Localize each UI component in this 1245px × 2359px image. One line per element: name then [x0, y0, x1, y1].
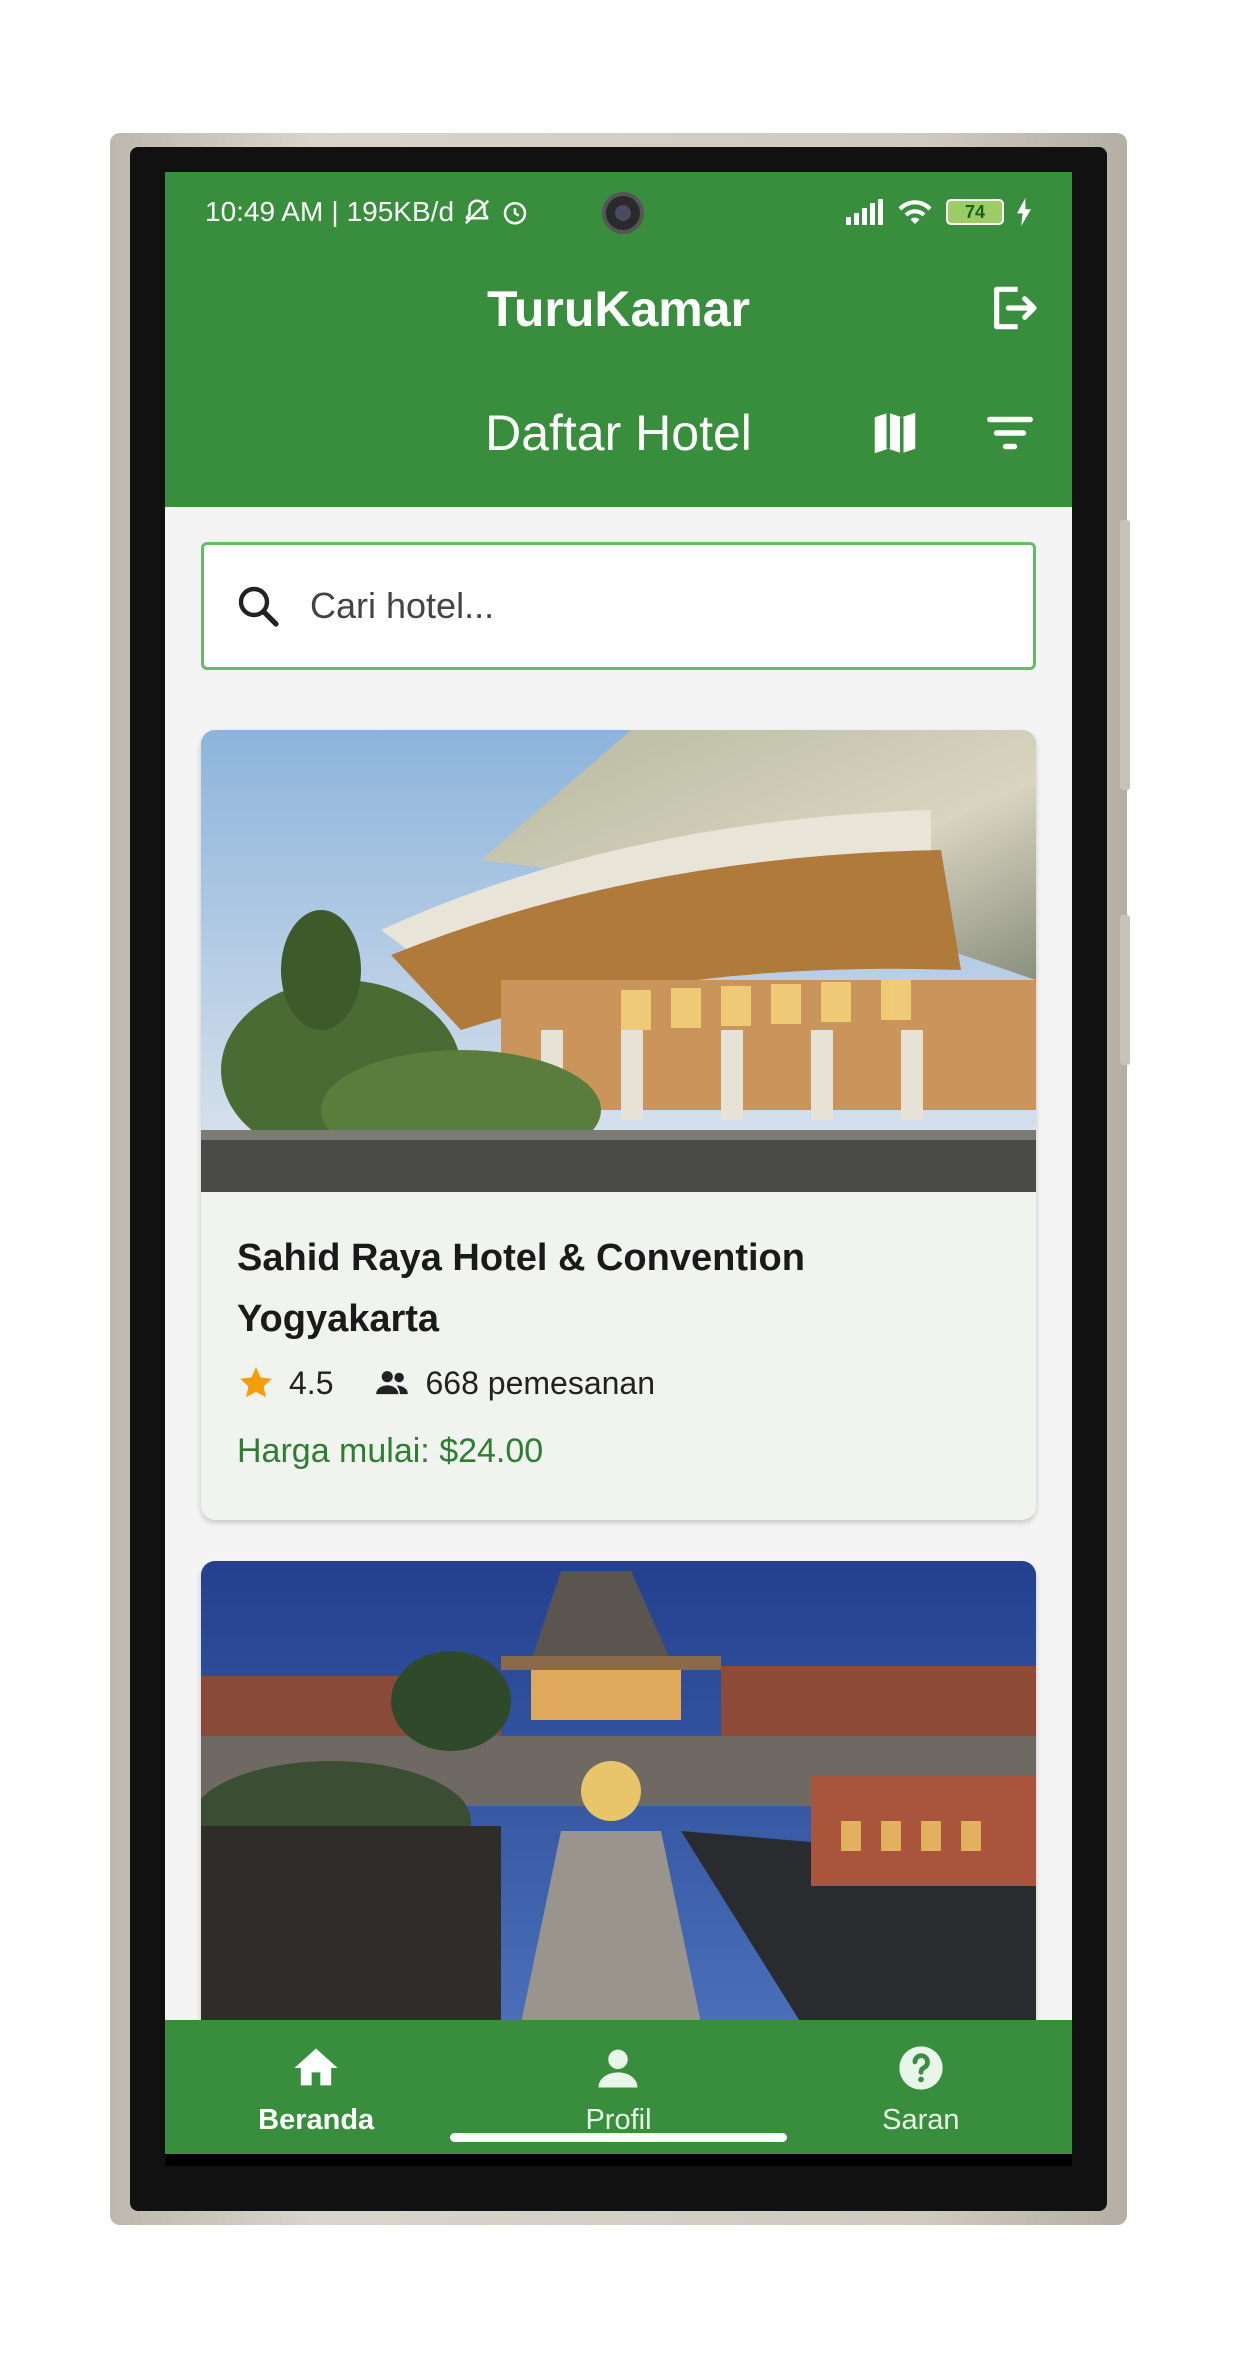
wifi-icon — [898, 200, 932, 224]
home-icon — [294, 2048, 338, 2086]
hotel-rating: 4.5 — [289, 1364, 334, 1401]
status-separator: | — [331, 196, 339, 227]
alarm-icon — [503, 202, 527, 225]
search-input[interactable] — [310, 585, 1010, 627]
hotel-image — [201, 1561, 1036, 2023]
app-screen: 10:49 AM | 195KB/d 74 TuruKamar Daftar H… — [165, 172, 1072, 2166]
battery-icon: 74 — [946, 199, 1004, 225]
app-bar: 10:49 AM | 195KB/d 74 TuruKamar Daftar H… — [165, 172, 1072, 507]
hotel-card[interactable]: Sahid Raya Hotel & Convention Yogyakarta… — [201, 730, 1036, 1520]
hotel-name: Sahid Raya Hotel & Convention Yogyakarta — [237, 1237, 805, 1340]
phone-power-button — [1120, 915, 1130, 1065]
signal-icon — [846, 199, 883, 225]
phone-volume-button — [1120, 520, 1130, 790]
nav-item-saran[interactable]: Saran — [770, 2020, 1072, 2154]
status-time: 10:49 AM — [205, 196, 324, 227]
hotel-card-body: Sahid Raya Hotel & Convention Yogyakarta… — [201, 1192, 1036, 1471]
page-title: Daftar Hotel — [485, 405, 752, 461]
search-box[interactable] — [201, 542, 1036, 670]
hotel-image — [201, 730, 1036, 1192]
screen-bottom-bar — [165, 2154, 1072, 2166]
map-icon[interactable] — [868, 406, 922, 460]
front-camera — [602, 192, 644, 234]
star-icon — [240, 1367, 272, 1398]
logout-icon[interactable] — [985, 280, 1041, 336]
search-icon — [238, 586, 279, 627]
filter-icon[interactable] — [983, 406, 1037, 460]
help-icon — [899, 2046, 943, 2090]
mute-bell-icon — [464, 199, 490, 225]
home-indicator[interactable] — [450, 2133, 787, 2142]
person-icon — [598, 2049, 638, 2088]
charging-icon — [1017, 198, 1031, 226]
nav-label: Beranda — [258, 2104, 375, 2136]
status-data-speed: 195KB/d — [346, 196, 455, 227]
nav-item-beranda[interactable]: Beranda — [165, 2020, 467, 2154]
app-title: TuruKamar — [486, 281, 750, 337]
people-icon — [376, 1371, 409, 1395]
hotel-price: Harga mulai: $24.00 — [237, 1432, 544, 1470]
hotel-meta: 4.5 668 pemesanan — [237, 1364, 1000, 1402]
nav-label: Saran — [882, 2104, 960, 2136]
hotel-bookings: 668 pemesanan — [425, 1364, 655, 1401]
